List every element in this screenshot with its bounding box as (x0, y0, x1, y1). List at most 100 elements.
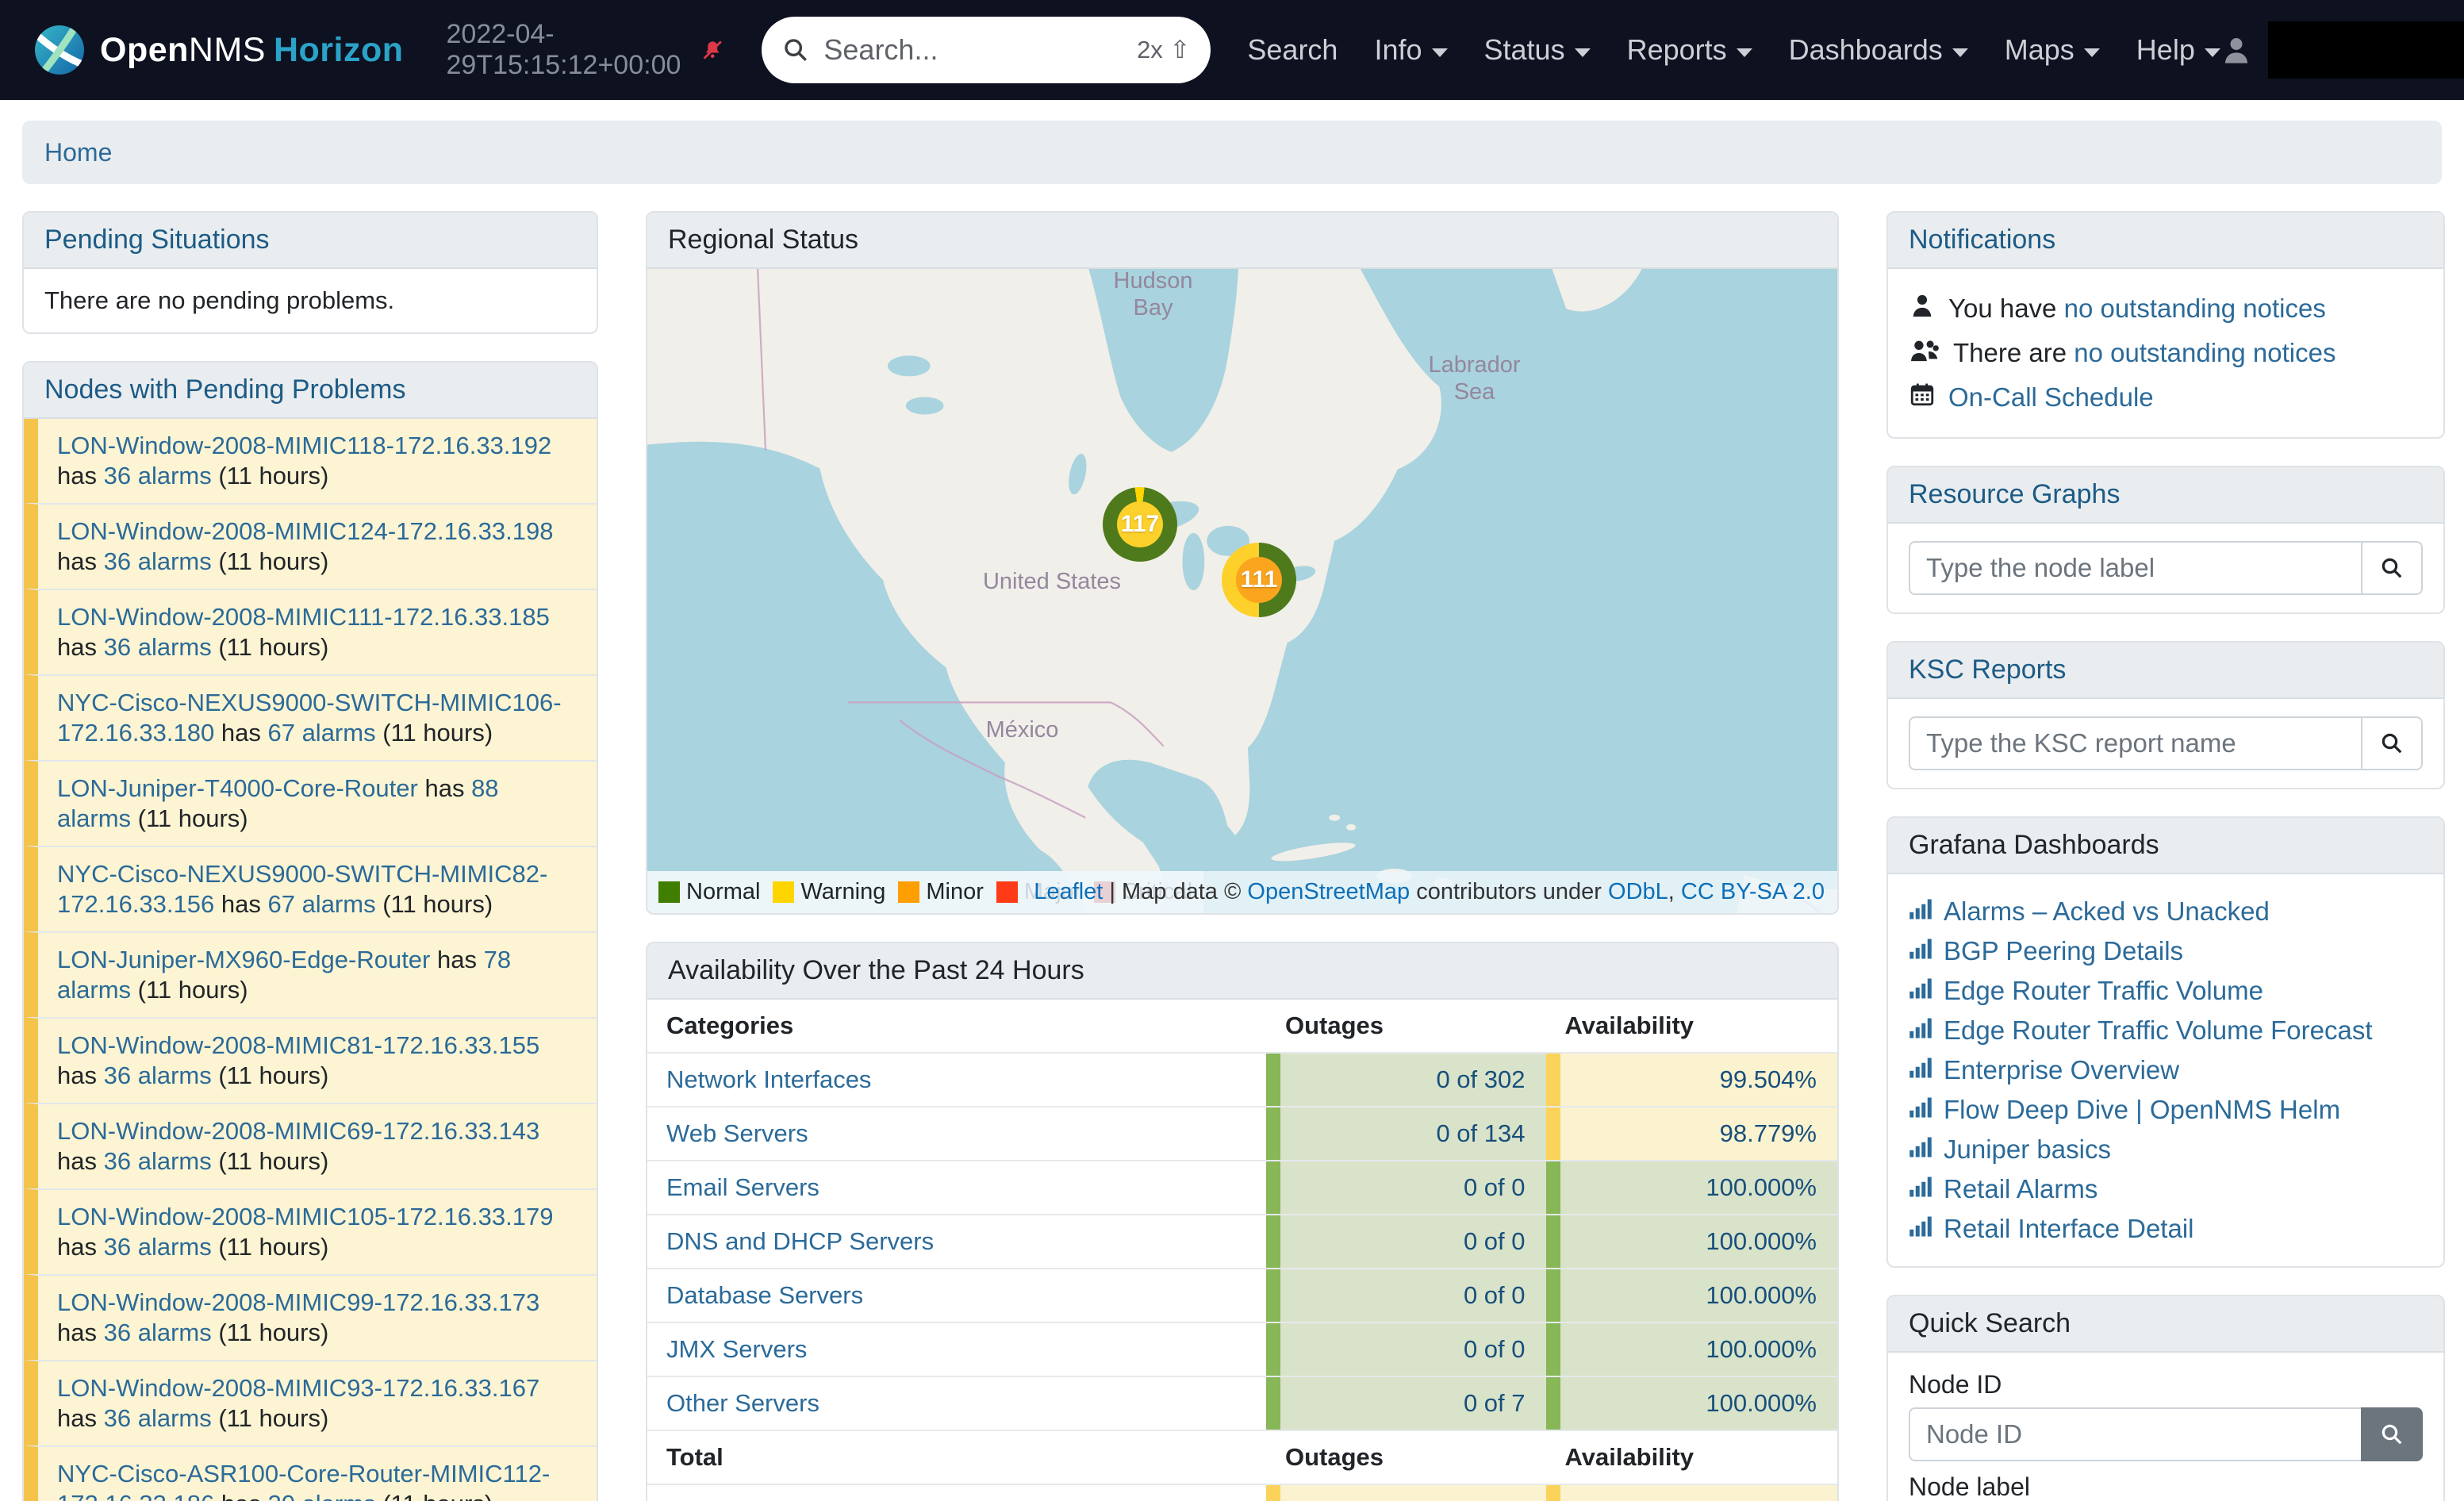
legend-item: Warning (773, 879, 885, 905)
navbar-item-search[interactable]: Search (1247, 33, 1338, 67)
map-attribution-link[interactable]: Leaflet (1034, 879, 1103, 904)
bar-chart-icon (1909, 1095, 1932, 1125)
node-alarms-link[interactable]: 67 alarms (267, 890, 375, 918)
map-attribution-link[interactable]: CC BY-SA 2.0 (1681, 879, 1825, 904)
availability-value-cell: 100.000% (1546, 1269, 1838, 1322)
navbar-item-reports[interactable]: Reports (1627, 33, 1752, 67)
grafana-dashboard-item: BGP Peering Details (1909, 931, 2423, 971)
grafana-dashboard-link[interactable]: Alarms – Acked vs Unacked (1944, 896, 2270, 927)
map-attribution-link[interactable]: OpenStreetMap (1247, 879, 1410, 904)
chevron-down-icon (1575, 48, 1591, 57)
ksc-reports-search-button[interactable] (2361, 716, 2423, 770)
node-alarms-link[interactable]: 36 alarms (104, 1319, 212, 1346)
availability-title: Availability Over the Past 24 Hours (647, 943, 1837, 1000)
map-cluster-marker[interactable]: 117 (1103, 487, 1177, 562)
navbar-item-help[interactable]: Help (2136, 33, 2220, 67)
availability-value-cell: 100.000% (1546, 1377, 1838, 1430)
node-link[interactable]: LON-Window-2008-MIMIC124-172.16.33.198 (57, 517, 553, 545)
grafana-dashboard-link[interactable]: BGP Peering Details (1944, 936, 2183, 966)
grafana-dashboard-link[interactable]: Retail Alarms (1944, 1174, 2097, 1204)
opennms-logo-icon (33, 24, 86, 76)
map-attribution-link[interactable]: ODbL (1608, 879, 1668, 904)
node-alarms-link[interactable]: 36 alarms (104, 547, 212, 575)
availability-category-cell: Email Servers (647, 1161, 1266, 1214)
resource-graphs-input[interactable] (1909, 541, 2361, 595)
breadcrumb-home-link[interactable]: Home (44, 138, 112, 167)
node-alarms-link[interactable]: 67 alarms (267, 719, 375, 747)
pending-situations-title[interactable]: Pending Situations (24, 213, 597, 269)
notification-link[interactable]: no outstanding notices (2074, 338, 2335, 367)
quick-search-title: Quick Search (1888, 1296, 2443, 1353)
availability-category-link[interactable]: Overall Service Availability (666, 1497, 954, 1501)
node-alarms-link[interactable]: 36 alarms (104, 1233, 212, 1261)
availability-row: Overall Service Availability3 of 44898.6… (647, 1484, 1837, 1501)
opennms-logo[interactable]: OpenNMSHorizon (33, 24, 404, 76)
bar-chart-icon (1909, 1174, 1932, 1204)
nodes-list: LON-Window-2008-MIMIC118-172.16.33.192 h… (24, 419, 597, 1501)
legend-swatch (996, 881, 1018, 903)
node-alarms-link[interactable]: 36 alarms (104, 1404, 212, 1432)
node-alarms-link[interactable]: 20 alarms (267, 1490, 375, 1501)
availability-category-link[interactable]: Network Interfaces (666, 1065, 871, 1094)
node-id-search-button[interactable] (2361, 1407, 2423, 1461)
node-alarms-link[interactable]: 36 alarms (104, 1147, 212, 1175)
node-link[interactable]: LON-Window-2008-MIMIC105-172.16.33.179 (57, 1203, 553, 1230)
availability-value-cell: 99.504% (1546, 1054, 1838, 1106)
availability-category-cell: JMX Servers (647, 1323, 1266, 1376)
navbar-item-label: Help (2136, 33, 2195, 67)
availability-header-cell: Total (647, 1431, 1266, 1484)
node-link[interactable]: LON-Window-2008-MIMIC99-172.16.33.173 (57, 1288, 539, 1316)
grafana-dashboard-link[interactable]: Flow Deep Dive | OpenNMS Helm (1944, 1095, 2340, 1125)
resource-graphs-title[interactable]: Resource Graphs (1888, 467, 2443, 524)
legend-swatch (773, 881, 794, 903)
map-cluster-marker[interactable]: 111 (1222, 543, 1296, 617)
node-link[interactable]: LON-Juniper-MX960-Edge-Router (57, 946, 430, 973)
node-link[interactable]: LON-Window-2008-MIMIC93-172.16.33.167 (57, 1374, 539, 1402)
grafana-dashboard-link[interactable]: Enterprise Overview (1944, 1055, 2179, 1085)
regional-status-map[interactable]: Hudson BayLabrador SeaUnited StatesMéxic… (647, 269, 1837, 913)
search-input[interactable] (823, 33, 1123, 67)
ksc-reports-title[interactable]: KSC Reports (1888, 643, 2443, 699)
availability-category-link[interactable]: Other Servers (666, 1389, 819, 1418)
availability-header-cell: Availability (1546, 1431, 1838, 1484)
availability-category-link[interactable]: Web Servers (666, 1119, 808, 1148)
navbar-item-info[interactable]: Info (1374, 33, 1447, 67)
node-id-search (1909, 1407, 2423, 1461)
node-link[interactable]: LON-Window-2008-MIMIC69-172.16.33.143 (57, 1117, 539, 1145)
availability-category-link[interactable]: Database Servers (666, 1281, 863, 1310)
node-alarms-link[interactable]: 36 alarms (104, 1061, 212, 1089)
username-redacted[interactable] (2268, 21, 2464, 79)
availability-category-link[interactable]: JMX Servers (666, 1335, 807, 1364)
resource-graphs-search-button[interactable] (2361, 541, 2423, 595)
node-alarms-link[interactable]: 36 alarms (104, 462, 212, 489)
legend-swatch (658, 881, 680, 903)
grafana-dashboard-item: Retail Alarms (1909, 1169, 2423, 1209)
availability-value-cell: 100.000% (1546, 1323, 1838, 1376)
grafana-dashboard-link[interactable]: Edge Router Traffic Volume Forecast (1944, 1015, 2373, 1046)
node-id-input[interactable] (1909, 1407, 2361, 1461)
grafana-dashboards-list: Alarms – Acked vs Unacked BGP Peering Det… (1888, 874, 2443, 1266)
node-link[interactable]: LON-Window-2008-MIMIC118-172.16.33.192 (57, 432, 551, 459)
map-attribution: Leaflet | Map data © OpenStreetMap contr… (1021, 871, 1837, 913)
notifications-title[interactable]: Notifications (1888, 213, 2443, 269)
node-link[interactable]: LON-Window-2008-MIMIC111-172.16.33.185 (57, 603, 550, 631)
grafana-dashboard-link[interactable]: Edge Router Traffic Volume (1944, 976, 2263, 1006)
availability-category-link[interactable]: Email Servers (666, 1173, 819, 1202)
ksc-reports-input[interactable] (1909, 716, 2361, 770)
node-problem-row: LON-Juniper-T4000-Core-Router has 88 ala… (24, 760, 597, 846)
node-link[interactable]: LON-Window-2008-MIMIC81-172.16.33.155 (57, 1031, 539, 1059)
node-alarms-link[interactable]: 36 alarms (104, 633, 212, 661)
node-link[interactable]: LON-Juniper-T4000-Core-Router (57, 774, 418, 802)
navbar-item-maps[interactable]: Maps (2005, 33, 2100, 67)
node-problem-row: LON-Window-2008-MIMIC105-172.16.33.179 h… (24, 1188, 597, 1274)
notification-link[interactable]: On-Call Schedule (1948, 382, 2154, 412)
grafana-dashboards-panel: Grafana Dashboards Alarms – Acked vs Una… (1886, 816, 2445, 1268)
grafana-dashboard-link[interactable]: Juniper basics (1944, 1134, 2111, 1165)
nodes-pending-problems-title[interactable]: Nodes with Pending Problems (24, 363, 597, 419)
notification-link[interactable]: no outstanding notices (2064, 294, 2326, 323)
navbar-item-dashboards[interactable]: Dashboards (1789, 33, 1968, 67)
availability-category-link[interactable]: DNS and DHCP Servers (666, 1227, 934, 1256)
legend-item: Normal (658, 879, 760, 905)
navbar-item-status[interactable]: Status (1484, 33, 1591, 67)
grafana-dashboard-link[interactable]: Retail Interface Detail (1944, 1214, 2193, 1244)
